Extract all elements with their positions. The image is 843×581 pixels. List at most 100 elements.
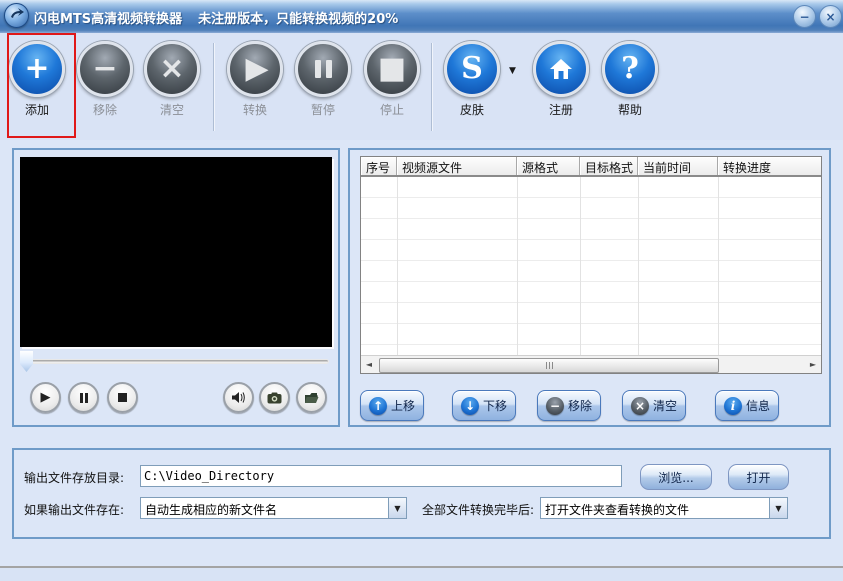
app-icon	[4, 3, 29, 28]
toolbar-clear-button[interactable]: × 清空	[140, 41, 204, 118]
seek-track[interactable]	[22, 360, 328, 363]
toolbar-help-button[interactable]: ? 帮助	[598, 41, 662, 118]
minimize-button[interactable]: −	[793, 5, 816, 28]
clear-list-button[interactable]: × 清空	[622, 390, 686, 421]
up-arrow-icon: ↑	[368, 396, 387, 415]
column-header-source-format[interactable]: 源格式	[517, 157, 580, 175]
if-exists-selected-value: 自动生成相应的新文件名	[145, 503, 278, 517]
title-notice: 未注册版本，只能转换视频的20%	[198, 12, 399, 27]
horizontal-scrollbar[interactable]: ◄ ►	[361, 355, 821, 373]
folder-icon	[305, 392, 319, 403]
column-header-index[interactable]: 序号	[361, 157, 397, 175]
play-icon: ▶	[40, 390, 51, 405]
title-brand: 闪电MTS高清视频转换器	[34, 12, 183, 27]
file-list-panel: 序号 视频源文件 源格式 目标格式 当前时间 转换进度 ◄ ► ↑ 上移 ↓ 下…	[348, 148, 831, 427]
move-down-label: 下移	[482, 399, 507, 413]
down-arrow-icon: ↓	[460, 396, 479, 415]
toolbar: + 添加 − 移除 × 清空 ▶ 转换 暂停 ■ 停止 S 皮肤 ▼ 注册 ? …	[0, 33, 843, 140]
video-preview-screen	[20, 157, 332, 347]
skin-label: 皮肤	[459, 103, 484, 117]
toolbar-skin-button[interactable]: S 皮肤	[440, 41, 504, 118]
info-label: 信息	[745, 399, 770, 413]
pause-icon	[79, 392, 88, 403]
open-button[interactable]: 打开	[728, 464, 789, 490]
x-icon: ×	[630, 396, 649, 415]
player-stop-button[interactable]	[107, 382, 138, 413]
output-dir-label: 输出文件存放目录:	[24, 471, 125, 485]
register-label: 注册	[548, 103, 573, 117]
player-play-button[interactable]: ▶	[30, 382, 61, 413]
preview-panel: ▶	[12, 148, 340, 427]
lightning-arrow-icon	[11, 8, 24, 18]
toolbar-separator	[213, 43, 214, 131]
table-header: 序号 视频源文件 源格式 目标格式 当前时间 转换进度	[361, 157, 821, 177]
seek-thumb[interactable]	[20, 351, 33, 372]
column-header-source-file[interactable]: 视频源文件	[397, 157, 517, 175]
camera-icon	[267, 392, 282, 403]
player-volume-button[interactable]	[223, 382, 254, 413]
convert-play-icon: ▶	[227, 41, 283, 97]
browse-button[interactable]: 浏览...	[640, 464, 712, 490]
toolbar-pause-button[interactable]: 暂停	[291, 41, 355, 118]
minimize-icon: −	[799, 9, 810, 24]
toolbar-convert-button[interactable]: ▶ 转换	[223, 41, 287, 118]
remove-item-button[interactable]: − 移除	[537, 390, 601, 421]
minus-icon: −	[545, 396, 564, 415]
if-exists-label: 如果输出文件存在:	[24, 503, 125, 517]
close-icon: ×	[825, 9, 836, 24]
output-settings-panel: 输出文件存放目录: 浏览... 打开 如果输出文件存在: 自动生成相应的新文件名…	[12, 448, 831, 539]
if-exists-combobox[interactable]: 自动生成相应的新文件名 ▼	[140, 497, 407, 519]
remove-label: 移除	[92, 103, 117, 117]
status-bar	[0, 568, 843, 581]
move-up-label: 上移	[390, 399, 415, 413]
clear-list-label: 清空	[652, 399, 677, 413]
player-pause-button[interactable]	[68, 382, 99, 413]
seek-bar[interactable]	[18, 350, 334, 374]
window-title: 闪电MTS高清视频转换器 未注册版本，只能转换视频的20%	[34, 8, 398, 27]
combo-dropdown-icon[interactable]: ▼	[388, 498, 406, 518]
stop-icon: ■	[364, 41, 420, 97]
table-body-empty[interactable]	[361, 177, 821, 356]
title-bar: 闪电MTS高清视频转换器 未注册版本，只能转换视频的20% − ×	[0, 0, 843, 34]
skin-dropdown-icon[interactable]: ▼	[509, 66, 516, 76]
scrollbar-thumb[interactable]	[379, 358, 719, 373]
player-open-folder-button[interactable]	[296, 382, 327, 413]
stop-icon	[118, 393, 127, 402]
convert-label: 转换	[242, 103, 267, 117]
combo-dropdown-icon[interactable]: ▼	[769, 498, 787, 518]
scroll-right-arrow-icon[interactable]: ►	[805, 356, 821, 373]
info-button[interactable]: i 信息	[715, 390, 779, 421]
skin-icon: S	[444, 41, 500, 97]
after-convert-selected-value: 打开文件夹查看转换的文件	[545, 503, 690, 517]
close-button[interactable]: ×	[819, 5, 842, 28]
move-up-button[interactable]: ↑ 上移	[360, 390, 424, 421]
home-icon	[533, 41, 589, 97]
after-convert-label: 全部文件转换完毕后:	[422, 503, 535, 517]
toolbar-separator	[431, 43, 432, 131]
remove-icon: −	[77, 41, 133, 97]
scroll-left-arrow-icon[interactable]: ◄	[361, 356, 377, 373]
help-label: 帮助	[617, 103, 642, 117]
move-down-button[interactable]: ↓ 下移	[452, 390, 516, 421]
file-list-table[interactable]: 序号 视频源文件 源格式 目标格式 当前时间 转换进度 ◄ ►	[360, 156, 822, 374]
after-convert-combobox[interactable]: 打开文件夹查看转换的文件 ▼	[540, 497, 788, 519]
toolbar-register-button[interactable]: 注册	[529, 41, 593, 118]
stop-label: 停止	[379, 103, 404, 117]
column-header-progress[interactable]: 转换进度	[718, 157, 821, 175]
help-icon: ?	[602, 41, 658, 97]
pause-label: 暂停	[310, 103, 335, 117]
annotation-highlight-box	[7, 33, 76, 138]
speaker-icon	[232, 392, 245, 403]
toolbar-stop-button[interactable]: ■ 停止	[360, 41, 424, 118]
remove-item-label: 移除	[567, 399, 592, 413]
info-icon: i	[723, 396, 742, 415]
player-snapshot-button[interactable]	[259, 382, 290, 413]
clear-label: 清空	[159, 103, 184, 117]
app-window: 闪电MTS高清视频转换器 未注册版本，只能转换视频的20% − × + 添加 − …	[0, 0, 843, 581]
clear-icon: ×	[144, 41, 200, 97]
column-header-current-time[interactable]: 当前时间	[638, 157, 718, 175]
column-header-target-format[interactable]: 目标格式	[580, 157, 638, 175]
output-dir-input[interactable]	[140, 465, 622, 487]
toolbar-remove-button[interactable]: − 移除	[73, 41, 137, 118]
pause-icon	[295, 41, 351, 97]
